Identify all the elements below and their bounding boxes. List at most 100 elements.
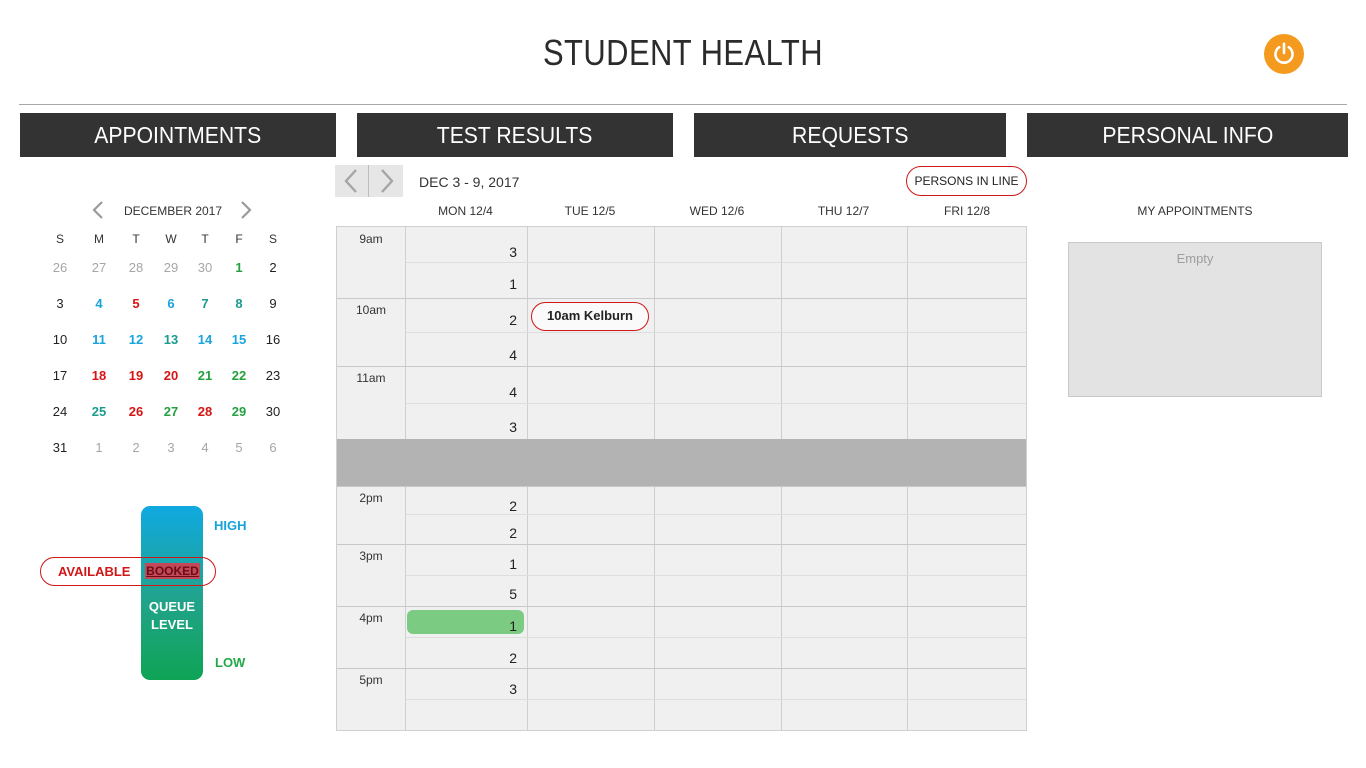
calendar-day[interactable]: 14 — [190, 332, 220, 347]
calendar-day[interactable]: 1 — [224, 260, 254, 275]
power-icon — [1274, 42, 1294, 65]
calendar-day[interactable]: 17 — [45, 368, 75, 383]
calendar-day[interactable]: 13 — [156, 332, 186, 347]
calendar-day[interactable]: 21 — [190, 368, 220, 383]
queue-count[interactable]: 4 — [407, 384, 517, 400]
calendar-day[interactable]: 6 — [258, 440, 288, 455]
week-range-label: DEC 3 - 9, 2017 — [419, 174, 520, 190]
calendar-weekday-header: W — [165, 232, 177, 246]
calendar-day[interactable]: 29 — [156, 260, 186, 275]
queue-count[interactable]: 1 — [407, 618, 517, 634]
calendar-day[interactable]: 18 — [84, 368, 114, 383]
calendar-day[interactable]: 28 — [121, 260, 151, 275]
power-button[interactable] — [1264, 34, 1304, 74]
calendar-weekday-header: M — [94, 232, 104, 246]
calendar-day[interactable]: 8 — [224, 296, 254, 311]
schedule-grid: 10am Kelburn 9am 3 1 10am 2 4 11am 4 3 2pm 2 2 3pm 1 5… — [336, 226, 1027, 731]
queue-count[interactable]: 4 — [407, 347, 517, 363]
my-appointments-title: MY APPOINTMENTS — [1137, 204, 1253, 218]
grid-hour-line — [337, 544, 1026, 545]
queue-count[interactable]: 1 — [407, 276, 517, 292]
calendar-day[interactable]: 11 — [84, 332, 114, 347]
calendar-day[interactable]: 15 — [224, 332, 254, 347]
chevron-right-icon — [381, 169, 394, 193]
calendar-month-label: DECEMBER 2017 — [123, 204, 223, 218]
calendar-day[interactable]: 30 — [258, 404, 288, 419]
calendar-day[interactable]: 26 — [45, 260, 75, 275]
calendar-day[interactable]: 6 — [156, 296, 186, 311]
grid-hour-line — [337, 486, 1026, 487]
chevron-right-icon — [241, 201, 252, 219]
chevron-left-icon — [92, 201, 103, 219]
queue-count[interactable]: 3 — [407, 681, 517, 697]
lunch-break-block — [337, 439, 1026, 486]
calendar-next-button[interactable] — [238, 200, 254, 220]
calendar-weekday-header: S — [55, 232, 64, 246]
queue-count[interactable]: 2 — [407, 525, 517, 541]
calendar-day[interactable]: 3 — [156, 440, 186, 455]
calendar-day[interactable]: 27 — [156, 404, 186, 419]
calendar-day[interactable]: 31 — [45, 440, 75, 455]
calendar-day[interactable]: 7 — [190, 296, 220, 311]
week-next-button[interactable] — [369, 165, 403, 197]
calendar-day[interactable]: 29 — [224, 404, 254, 419]
persons-in-line-button[interactable]: PERSONS IN LINE — [906, 166, 1027, 196]
calendar-day[interactable]: 4 — [190, 440, 220, 455]
time-label: 2pm — [359, 491, 383, 505]
calendar-day[interactable]: 1 — [84, 440, 114, 455]
week-prev-button[interactable] — [335, 165, 369, 197]
calendar-day[interactable]: 12 — [121, 332, 151, 347]
calendar-day[interactable]: 26 — [121, 404, 151, 419]
calendar-day[interactable]: 27 — [84, 260, 114, 275]
queue-high-label: HIGH — [214, 518, 247, 533]
calendar-weekday-header: T — [201, 232, 209, 246]
calendar-day[interactable]: 30 — [190, 260, 220, 275]
calendar-day[interactable]: 20 — [156, 368, 186, 383]
grid-hour-line — [337, 668, 1026, 669]
time-label: 9am — [359, 232, 383, 246]
queue-count[interactable]: 1 — [407, 556, 517, 572]
calendar-weekday-header: F — [235, 232, 243, 246]
app-title: STUDENT HEALTH — [542, 32, 824, 73]
grid-hour-line — [337, 606, 1026, 607]
calendar-day[interactable]: 9 — [258, 296, 288, 311]
queue-count[interactable]: 3 — [407, 244, 517, 260]
booked-option[interactable]: BOOKED — [145, 563, 200, 579]
time-label: 10am — [355, 303, 387, 317]
available-option[interactable]: AVAILABLE — [58, 564, 130, 579]
day-header-mon: MON 12/4 — [438, 204, 493, 218]
queue-count[interactable]: 2 — [407, 650, 517, 666]
tab-appointments[interactable]: APPOINTMENTS — [20, 113, 336, 157]
calendar-day[interactable]: 2 — [258, 260, 288, 275]
calendar-day[interactable]: 19 — [121, 368, 151, 383]
calendar-day[interactable]: 24 — [45, 404, 75, 419]
queue-count[interactable]: 2 — [407, 312, 517, 328]
appointment-kelburn[interactable]: 10am Kelburn — [531, 302, 649, 331]
calendar-day[interactable]: 28 — [190, 404, 220, 419]
calendar-weekday-header: T — [132, 232, 140, 246]
grid-half-hour-line — [406, 575, 1026, 576]
calendar-day[interactable]: 23 — [258, 368, 288, 383]
header-divider — [19, 104, 1347, 105]
calendar-day[interactable]: 5 — [121, 296, 151, 311]
my-appointments-box: Empty — [1068, 242, 1322, 397]
calendar-day[interactable]: 3 — [45, 296, 75, 311]
calendar-day[interactable]: 16 — [258, 332, 288, 347]
tab-requests[interactable]: REQUESTS — [694, 113, 1006, 157]
tab-personal-info[interactable]: PERSONAL INFO — [1027, 113, 1348, 157]
tab-test-results[interactable]: TEST RESULTS — [357, 113, 673, 157]
calendar-day[interactable]: 25 — [84, 404, 114, 419]
queue-count[interactable]: 2 — [407, 498, 517, 514]
calendar-day[interactable]: 5 — [224, 440, 254, 455]
calendar-day[interactable]: 2 — [121, 440, 151, 455]
grid-hour-line — [337, 298, 1026, 299]
queue-count[interactable]: 5 — [407, 586, 517, 602]
calendar-prev-button[interactable] — [90, 200, 106, 220]
queue-count[interactable]: 3 — [407, 419, 517, 435]
calendar-day[interactable]: 10 — [45, 332, 75, 347]
calendar-day[interactable]: 22 — [224, 368, 254, 383]
queue-level-label: QUEUE LEVEL — [148, 599, 196, 632]
grid-half-hour-line — [406, 514, 1026, 515]
day-header-wed: WED 12/6 — [689, 204, 745, 218]
calendar-day[interactable]: 4 — [84, 296, 114, 311]
